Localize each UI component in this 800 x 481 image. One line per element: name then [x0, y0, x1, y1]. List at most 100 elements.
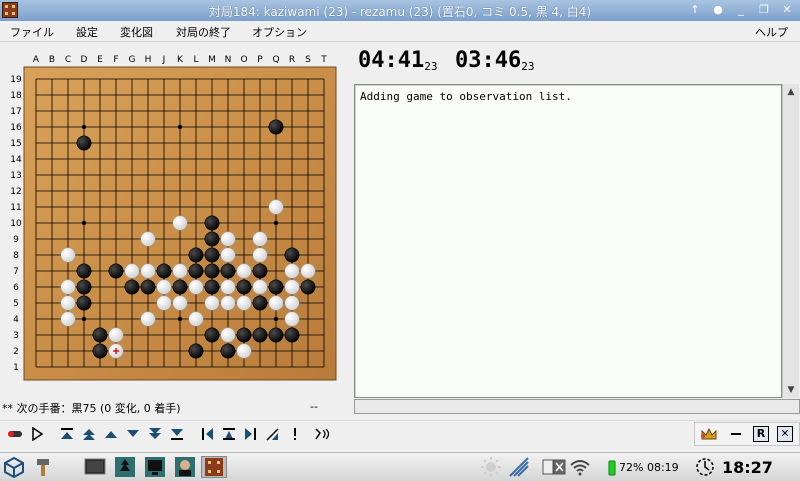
white-stone	[284, 295, 300, 311]
column-label: P	[257, 55, 263, 65]
keyboard-icon[interactable]	[542, 456, 566, 478]
white-stone	[252, 231, 268, 247]
column-label: Q	[272, 55, 279, 65]
column-label: M	[208, 55, 216, 65]
white-stone	[172, 215, 188, 231]
menu-help[interactable]: ヘルプ	[755, 24, 788, 40]
row-label: 19	[10, 75, 22, 85]
black-stone	[204, 247, 220, 263]
menu-options[interactable]: オプション	[252, 24, 307, 40]
row-label: 14	[10, 155, 22, 165]
menu-settings[interactable]: 設定	[76, 24, 98, 40]
go-app-icon[interactable]	[114, 456, 136, 478]
crown-icon[interactable]	[699, 425, 719, 443]
scroll-up-icon[interactable]: ▲	[785, 86, 797, 98]
black-stone	[284, 247, 300, 263]
menu-end-game[interactable]: 対局の終了	[176, 24, 231, 40]
r-icon[interactable]: R	[753, 426, 769, 442]
menu-bar: ファイル 設定 変化図 対局の終了 オプション ヘルプ	[0, 21, 800, 42]
system-clock: 18:27	[722, 458, 773, 477]
fast-back-icon[interactable]	[80, 425, 98, 443]
battery-status: 72% 08:19	[619, 461, 679, 474]
play-icon[interactable]	[28, 425, 46, 443]
minus-icon[interactable]	[729, 427, 743, 441]
close-button[interactable]: ✕	[777, 2, 797, 18]
row-label: 15	[10, 139, 21, 149]
last-move-icon[interactable]	[168, 425, 186, 443]
white-stone	[252, 247, 268, 263]
column-label: R	[289, 55, 295, 65]
message-panel[interactable]: Adding game to observation list.	[354, 84, 782, 398]
column-label: G	[129, 55, 136, 65]
terminal-icon[interactable]	[84, 456, 106, 478]
battery-icon[interactable]	[607, 456, 617, 478]
sound-icon[interactable]	[314, 425, 332, 443]
star-point	[177, 124, 183, 130]
back-icon[interactable]	[102, 425, 120, 443]
black-stone	[156, 263, 172, 279]
white-stone	[268, 199, 284, 215]
column-label: A	[33, 55, 40, 65]
row-label: 9	[13, 235, 19, 245]
white-stone	[236, 295, 252, 311]
menu-variations[interactable]: 変化図	[120, 24, 153, 40]
hammer-icon[interactable]	[32, 456, 54, 478]
minimize-button[interactable]: _	[731, 2, 751, 18]
window-title: 対局184: kaziwami (23) - rezamu (23) (置石0,…	[208, 5, 592, 19]
monitor-icon[interactable]	[144, 456, 166, 478]
navigation-toolbar	[0, 420, 800, 447]
row-label: 10	[10, 219, 22, 229]
message-scrollbar[interactable]: ▲ ▼	[782, 84, 799, 398]
black-stone	[172, 279, 188, 295]
column-label: H	[145, 55, 152, 65]
next-variation-icon[interactable]	[242, 425, 260, 443]
black-stone	[252, 263, 268, 279]
column-label: D	[81, 55, 88, 65]
white-stone	[220, 327, 236, 343]
go-board[interactable]: A B C D E F G H J K L M N O P Q R S T191817161514131211109…	[0, 44, 350, 399]
black-stone	[124, 279, 140, 295]
black-stone	[236, 279, 252, 295]
column-label: B	[49, 55, 55, 65]
black-stone	[220, 263, 236, 279]
white-stone	[236, 263, 252, 279]
white-stone	[60, 279, 76, 295]
row-label: 5	[13, 299, 19, 309]
scroll-down-icon[interactable]: ▼	[785, 384, 797, 396]
command-input[interactable]	[354, 399, 800, 414]
white-stone	[140, 311, 156, 327]
star-point	[81, 124, 87, 130]
prev-variation-icon[interactable]	[198, 425, 216, 443]
maximize-button[interactable]: ❐	[754, 2, 774, 18]
menu-cube-icon[interactable]	[3, 456, 25, 479]
row-label: 18	[10, 91, 22, 101]
signal-icon[interactable]	[508, 456, 530, 478]
white-time: 03:46	[455, 48, 522, 73]
main-line-icon[interactable]	[220, 425, 238, 443]
fast-forward-icon[interactable]	[146, 425, 164, 443]
cgoban-task-icon[interactable]	[201, 456, 227, 478]
mark-icon[interactable]	[286, 425, 304, 443]
column-label: S	[305, 55, 311, 65]
black-stone	[92, 343, 108, 359]
menu-file[interactable]: ファイル	[10, 24, 54, 40]
black-stone	[252, 327, 268, 343]
move-status: ** 次の手番：黒75 (0 変化, 0 着手)	[2, 402, 181, 415]
raise-button[interactable]: ↑	[685, 2, 705, 18]
sticky-button[interactable]: ●	[708, 2, 728, 18]
black-stone	[204, 215, 220, 231]
avatar-icon[interactable]	[174, 456, 196, 478]
sun-icon[interactable]	[480, 456, 502, 478]
forward-icon[interactable]	[124, 425, 142, 443]
stop-icon[interactable]	[6, 425, 24, 443]
x-icon[interactable]: ✕	[777, 426, 793, 442]
black-stone	[92, 327, 108, 343]
row-label: 17	[10, 107, 21, 117]
black-stone	[140, 279, 156, 295]
variation-root-icon[interactable]	[264, 425, 282, 443]
first-move-icon[interactable]	[58, 425, 76, 443]
wifi-icon[interactable]	[569, 456, 591, 478]
clock-icon[interactable]	[694, 456, 716, 478]
row-label: 2	[13, 347, 19, 357]
white-stone	[284, 279, 300, 295]
